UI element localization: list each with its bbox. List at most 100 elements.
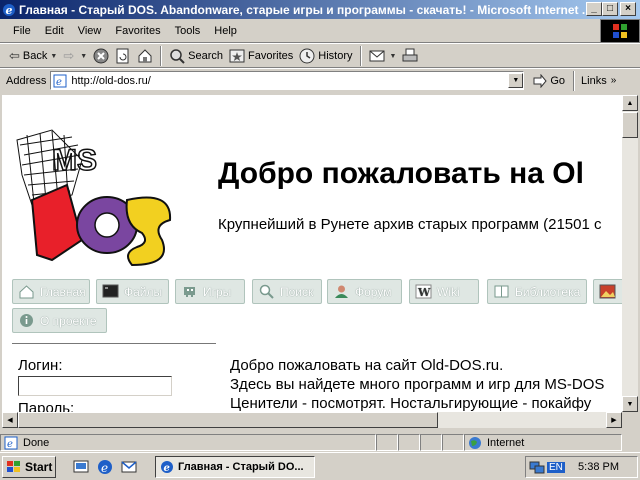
status-text: Done (23, 436, 50, 449)
forward-arrow-icon: ⇨ (63, 48, 75, 63)
toolbar-separator (160, 46, 163, 66)
home-button[interactable] (134, 45, 156, 67)
nav-games[interactable]: Игры (175, 279, 245, 304)
links-button[interactable]: Links (581, 75, 607, 87)
scroll-up-icon[interactable]: ▲ (622, 95, 638, 111)
internet-explorer-icon[interactable]: e (96, 458, 114, 476)
vertical-scroll-thumb[interactable] (622, 112, 638, 138)
clock[interactable]: 5:38 PM (578, 461, 619, 473)
nav-wiki[interactable]: W Wiki (409, 279, 479, 304)
book-icon (494, 285, 509, 298)
status-panel (376, 434, 398, 451)
nav-label: Главная (40, 284, 86, 299)
chevron-down-icon: ▼ (389, 52, 397, 60)
logo-ms-text: MS (52, 144, 97, 177)
menu-help[interactable]: Help (207, 25, 244, 37)
windows-flag-icon (613, 24, 627, 38)
title-bar[interactable]: e Главная - Старый DOS. Abandonware, ста… (0, 0, 640, 19)
svg-text:e: e (164, 463, 170, 474)
network-icon[interactable] (529, 459, 545, 475)
globe-icon (469, 436, 481, 449)
history-button[interactable]: History (296, 45, 355, 67)
system-tray: EN 5:38 PM (525, 456, 638, 478)
page-done-icon: e (4, 436, 18, 450)
favorites-button[interactable]: Favorites (226, 45, 296, 67)
nav-label: Файлы (124, 284, 163, 299)
monitor-icon (102, 284, 119, 298)
refresh-button[interactable] (112, 45, 134, 67)
language-indicator[interactable]: EN (547, 461, 565, 473)
scroll-left-icon[interactable]: ◀ (2, 412, 18, 428)
go-button[interactable]: Go (532, 73, 566, 88)
chevron-right-icon[interactable]: » (611, 75, 617, 86)
user-icon (335, 285, 348, 298)
security-zone-panel: Internet (464, 434, 622, 451)
favorites-label: Favorites (248, 50, 294, 62)
refresh-icon (116, 48, 129, 64)
mail-button[interactable]: ▼ (366, 45, 400, 67)
history-label: History (318, 50, 353, 62)
wiki-icon: W (415, 284, 432, 299)
back-label: Back (22, 50, 48, 62)
menu-edit[interactable]: Edit (38, 25, 71, 37)
toolbar-separator (573, 70, 576, 91)
chevron-down-icon[interactable]: ▼ (508, 73, 524, 88)
menu-view[interactable]: View (71, 25, 109, 37)
start-button[interactable]: Start (2, 456, 56, 478)
menu-favorites[interactable]: Favorites (108, 25, 167, 37)
nav-label: Игры (203, 284, 232, 299)
intro-line: Ценители - посмотрят. Ностальгирующие - … (230, 395, 592, 412)
start-label: Start (25, 460, 53, 474)
back-button[interactable]: ⇦ Back ▼ (6, 45, 60, 67)
address-bar: Address e http://old-dos.ru/ ▼ Go Links … (0, 69, 640, 92)
page-icon: e (53, 74, 67, 88)
maximize-button[interactable]: □ (602, 2, 618, 16)
status-bar: e Done Internet (0, 433, 640, 452)
nav-about[interactable]: О проекте (12, 308, 107, 333)
menu-tools[interactable]: Tools (168, 25, 208, 37)
nav-library[interactable]: Библиотека (487, 279, 587, 304)
standard-toolbar: ⇦ Back ▼ ⇨ ▼ Search Favorites History ▼ (0, 44, 640, 68)
welcome-heading: Добро пожаловать на Ol (218, 157, 584, 190)
close-button[interactable]: × (620, 2, 636, 16)
picture-icon (599, 284, 616, 299)
nav-home[interactable]: Главная (12, 279, 90, 304)
nav-forum[interactable]: Форум (327, 279, 402, 304)
svg-text:e: e (6, 4, 13, 17)
zone-label: Internet (487, 436, 525, 449)
nav-files[interactable]: Файлы (96, 279, 169, 304)
address-input[interactable]: e http://old-dos.ru/ ▼ (50, 71, 525, 90)
nav-search[interactable]: Поиск (252, 279, 322, 304)
forward-button[interactable]: ⇨ ▼ (60, 45, 90, 67)
go-label: Go (550, 74, 566, 87)
vertical-scrollbar[interactable]: ▲ ▼ (622, 95, 638, 412)
nav-label: Форум (355, 284, 392, 299)
minimize-button[interactable]: _ (586, 2, 602, 16)
history-icon (299, 48, 315, 64)
login-input[interactable] (18, 376, 172, 396)
divider (12, 343, 216, 344)
status-panel (442, 434, 464, 451)
scroll-right-icon[interactable]: ▶ (606, 412, 622, 428)
mail-icon (369, 50, 384, 62)
nav-gallery[interactable] (593, 279, 622, 304)
scroll-down-icon[interactable]: ▼ (622, 396, 638, 412)
nav-label: Поиск (280, 284, 314, 299)
horizontal-scrollbar[interactable]: ◀ ▶ (2, 412, 622, 428)
horizontal-scroll-thumb[interactable] (18, 412, 438, 428)
nav-label: О проекте (40, 313, 97, 328)
print-button[interactable] (399, 45, 421, 67)
password-label: Пароль: (18, 400, 75, 412)
ie-window: e Главная - Старый DOS. Abandonware, ста… (0, 0, 640, 452)
show-desktop-icon[interactable] (72, 458, 90, 476)
outlook-express-icon[interactable] (120, 458, 138, 476)
status-panel (420, 434, 442, 451)
stop-button[interactable] (90, 45, 112, 67)
taskbar-ie-window[interactable]: e Главная - Старый DO... (155, 456, 315, 478)
address-label: Address (6, 74, 47, 87)
nav-label: Библиотека (515, 284, 581, 299)
windows-flag-icon (7, 461, 20, 472)
menu-file[interactable]: File (6, 25, 38, 37)
search-button[interactable]: Search (166, 45, 226, 67)
intro-line: Здесь вы найдете много программ и игр дл… (230, 376, 605, 393)
